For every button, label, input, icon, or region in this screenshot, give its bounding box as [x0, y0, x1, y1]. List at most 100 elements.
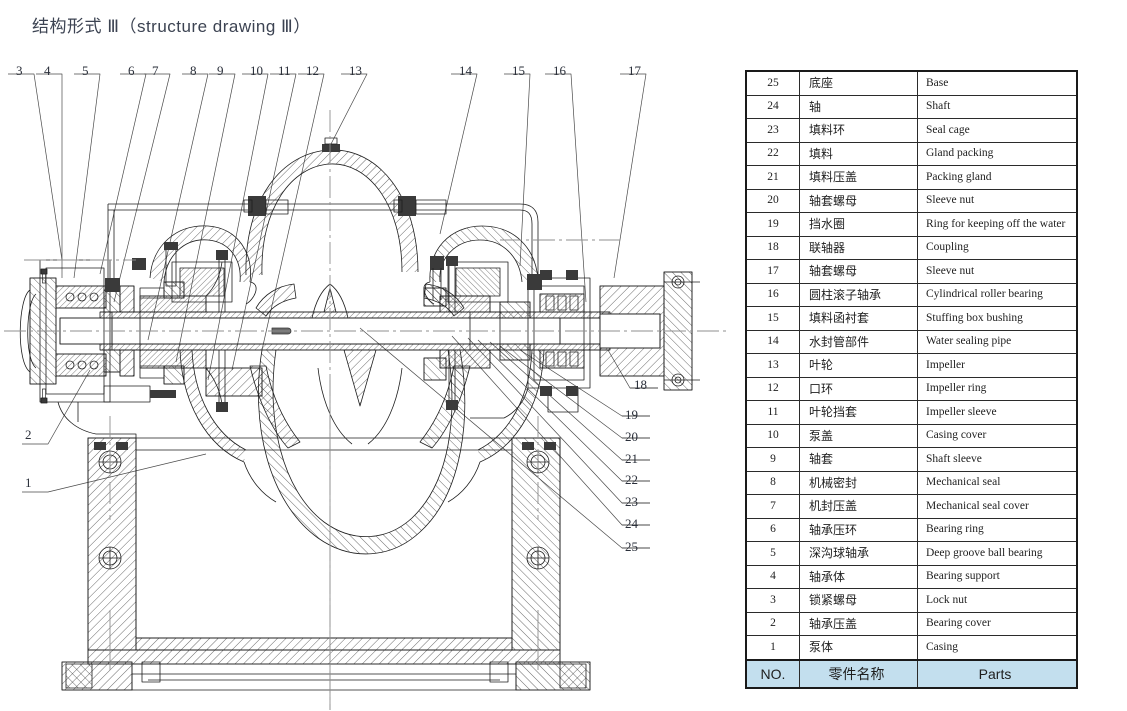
- header-no: NO.: [745, 658, 800, 688]
- part-name-en-cell: Mechanical seal: [917, 470, 1078, 495]
- callout-number-1: 1: [25, 475, 32, 490]
- part-number-cell: 18: [745, 235, 800, 260]
- part-name-en-cell: Bearing ring: [917, 517, 1078, 542]
- part-name-cn-cell: 挡水圈: [799, 212, 918, 237]
- part-number-cell: 17: [745, 259, 800, 284]
- table-row: 14 水封管部件 Water sealing pipe: [745, 329, 1078, 354]
- part-name-en-cell: Base: [917, 70, 1078, 96]
- table-row: 17 轴套螺母 Sleeve nut: [745, 259, 1078, 284]
- part-name-en-cell: Shaft: [917, 94, 1078, 119]
- callout-number-18: 18: [634, 377, 647, 392]
- part-name-cn-cell: 轴套: [799, 447, 918, 472]
- part-number-cell: 4: [745, 564, 800, 589]
- callout-number-11: 11: [278, 63, 291, 78]
- part-number-cell: 6: [745, 517, 800, 542]
- part-name-cn-cell: 深沟球轴承: [799, 541, 918, 566]
- table-row: 13 叶轮 Impeller: [745, 353, 1078, 378]
- callout-number-13: 13: [349, 63, 362, 78]
- table-row: 15 填料函衬套 Stuffing box bushing: [745, 306, 1078, 331]
- part-name-cn-cell: 机封压盖: [799, 494, 918, 519]
- callout-number-9: 9: [217, 63, 224, 78]
- part-name-en-cell: Bearing support: [917, 564, 1078, 589]
- part-name-cn-cell: 填料压盖: [799, 165, 918, 190]
- part-name-cn-cell: 泵盖: [799, 423, 918, 448]
- part-number-cell: 19: [745, 212, 800, 237]
- callout-number-8: 8: [190, 63, 197, 78]
- callout-number-25: 25: [625, 539, 638, 554]
- part-name-cn-cell: 轴承压盖: [799, 611, 918, 636]
- callout-number-21: 21: [625, 451, 638, 466]
- part-name-cn-cell: 填料函衬套: [799, 306, 918, 331]
- table-header-row: NO. 零件名称 Parts: [745, 658, 1078, 688]
- table-row: 16 圆柱滚子轴承 Cylindrical roller bearing: [745, 282, 1078, 307]
- table-row: 20 轴套螺母 Sleeve nut: [745, 188, 1078, 213]
- part-number-cell: 12: [745, 376, 800, 401]
- part-name-en-cell: Impeller: [917, 353, 1078, 378]
- table-row: 7 机封压盖 Mechanical seal cover: [745, 494, 1078, 519]
- pump-cross-section-svg: [4, 73, 726, 710]
- part-name-cn-cell: 叶轮: [799, 353, 918, 378]
- part-name-en-cell: Impeller ring: [917, 376, 1078, 401]
- part-name-en-cell: Ring for keeping off the water: [917, 212, 1078, 237]
- part-number-cell: 5: [745, 541, 800, 566]
- callout-number-20: 20: [625, 429, 638, 444]
- table-row: 9 轴套 Shaft sleeve: [745, 447, 1078, 472]
- part-name-en-cell: Packing gland: [917, 165, 1078, 190]
- part-number-cell: 14: [745, 329, 800, 354]
- part-name-en-cell: Bearing cover: [917, 611, 1078, 636]
- callout-number-3: 3: [16, 63, 23, 78]
- table-row: 12 口环 Impeller ring: [745, 376, 1078, 401]
- table-row: 24 轴 Shaft: [745, 94, 1078, 119]
- table-row: 21 填料压盖 Packing gland: [745, 165, 1078, 190]
- part-name-en-cell: Water sealing pipe: [917, 329, 1078, 354]
- part-number-cell: 10: [745, 423, 800, 448]
- callout-number-23: 23: [625, 494, 638, 509]
- part-name-cn-cell: 轴套螺母: [799, 188, 918, 213]
- part-number-cell: 1: [745, 635, 800, 660]
- table-row: 10 泵盖 Casing cover: [745, 423, 1078, 448]
- part-name-cn-cell: 泵体: [799, 635, 918, 660]
- table-row: 23 填料环 Seal cage: [745, 118, 1078, 143]
- part-number-cell: 24: [745, 94, 800, 119]
- part-name-en-cell: Shaft sleeve: [917, 447, 1078, 472]
- part-name-en-cell: Seal cage: [917, 118, 1078, 143]
- callout-number-4: 4: [44, 63, 51, 78]
- callout-number-6: 6: [128, 63, 135, 78]
- part-name-cn-cell: 口环: [799, 376, 918, 401]
- part-number-cell: 15: [745, 306, 800, 331]
- part-name-en-cell: Mechanical seal cover: [917, 494, 1078, 519]
- table-row: 8 机械密封 Mechanical seal: [745, 470, 1078, 495]
- table-row: 5 深沟球轴承 Deep groove ball bearing: [745, 541, 1078, 566]
- part-name-en-cell: Coupling: [917, 235, 1078, 260]
- table-row: 19 挡水圈 Ring for keeping off the water: [745, 212, 1078, 237]
- callout-number-17: 17: [628, 63, 641, 78]
- part-name-cn-cell: 叶轮挡套: [799, 400, 918, 425]
- callout-number-15: 15: [512, 63, 525, 78]
- part-name-en-cell: Sleeve nut: [917, 188, 1078, 213]
- casing-upper-volute: [149, 137, 539, 319]
- part-number-cell: 7: [745, 494, 800, 519]
- table-row: 1 泵体 Casing: [745, 635, 1078, 660]
- callout-number-24: 24: [625, 516, 638, 531]
- part-number-cell: 2: [745, 611, 800, 636]
- table-row: 3 锁紧螺母 Lock nut: [745, 588, 1078, 613]
- part-name-cn-cell: 轴套螺母: [799, 259, 918, 284]
- part-name-en-cell: Deep groove ball bearing: [917, 541, 1078, 566]
- part-number-cell: 13: [745, 353, 800, 378]
- part-name-cn-cell: 填料环: [799, 118, 918, 143]
- part-name-cn-cell: 机械密封: [799, 470, 918, 495]
- part-name-en-cell: Gland packing: [917, 141, 1078, 166]
- table-row: 25 底座 Base: [745, 70, 1078, 96]
- part-number-cell: 16: [745, 282, 800, 307]
- part-number-cell: 11: [745, 400, 800, 425]
- part-number-cell: 21: [745, 165, 800, 190]
- table-row: 6 轴承压环 Bearing ring: [745, 517, 1078, 542]
- callout-number-12: 12: [306, 63, 319, 78]
- part-number-cell: 20: [745, 188, 800, 213]
- part-number-cell: 22: [745, 141, 800, 166]
- part-name-cn-cell: 圆柱滚子轴承: [799, 282, 918, 307]
- callout-number-5: 5: [82, 63, 89, 78]
- table-row: 4 轴承体 Bearing support: [745, 564, 1078, 589]
- part-name-en-cell: Cylindrical roller bearing: [917, 282, 1078, 307]
- part-name-cn-cell: 轴承体: [799, 564, 918, 589]
